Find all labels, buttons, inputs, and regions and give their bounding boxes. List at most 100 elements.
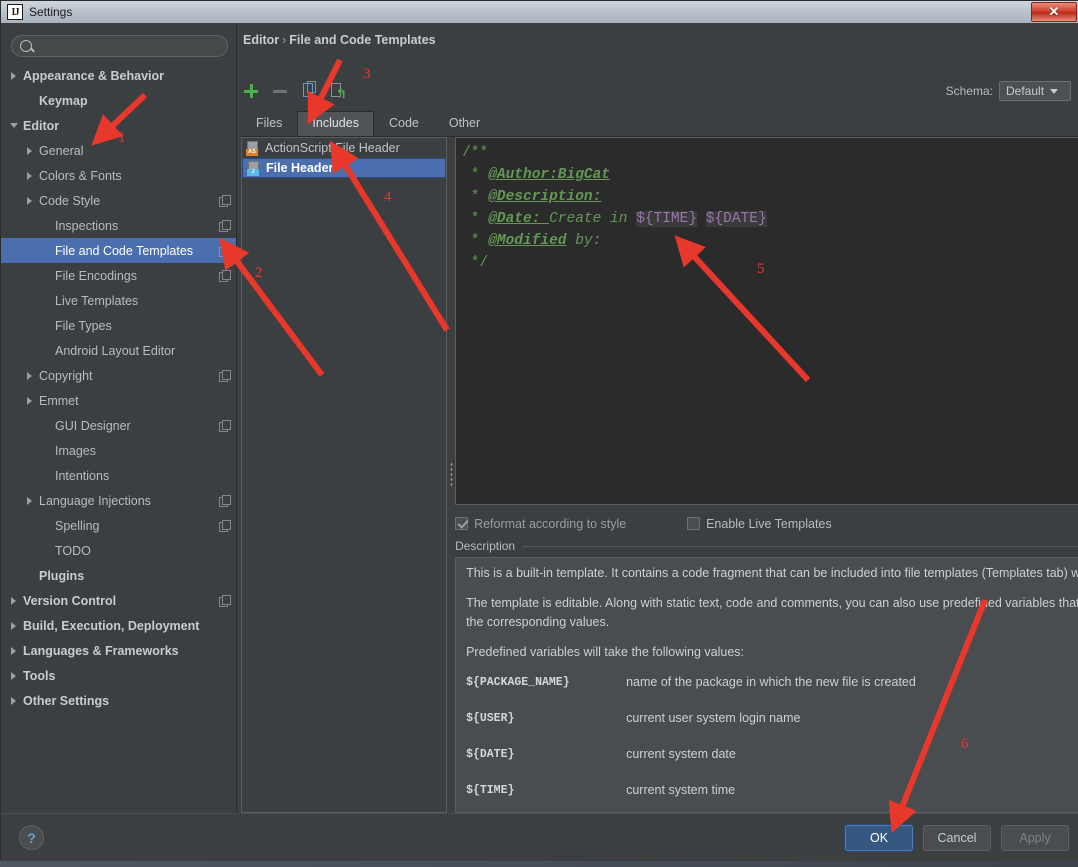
search-input[interactable]: [38, 38, 219, 54]
project-scope-icon: [219, 270, 231, 282]
sidebar-item-live-templates[interactable]: Live Templates: [1, 288, 236, 313]
sidebar-item-keymap[interactable]: Keymap: [1, 88, 236, 113]
tab-code[interactable]: Code: [373, 111, 434, 136]
tab-files[interactable]: Files: [241, 111, 298, 136]
sidebar-item-label: General: [39, 143, 84, 158]
breadcrumb-root[interactable]: Editor: [243, 33, 279, 47]
panel-splitter[interactable]: [447, 137, 456, 813]
sidebar-item-label: Tools: [23, 668, 56, 683]
remove-template-button[interactable]: [270, 81, 290, 101]
chevron-right-icon[interactable]: [9, 620, 20, 631]
sidebar-item-inspections[interactable]: Inspections: [1, 213, 236, 238]
sidebar-item-build-execution-deployment[interactable]: Build, Execution, Deployment: [1, 613, 236, 638]
schema-label: Schema:: [945, 84, 993, 98]
chevron-right-icon[interactable]: [9, 645, 20, 656]
sidebar-item-label: File Types: [55, 318, 112, 333]
sidebar-item-tools[interactable]: Tools: [1, 663, 236, 688]
chevron-right-icon[interactable]: [25, 195, 36, 206]
project-scope-icon: [219, 495, 231, 507]
sidebar-item-code-style[interactable]: Code Style: [1, 188, 236, 213]
schema-dropdown[interactable]: Default: [999, 81, 1071, 101]
copy-template-button[interactable]: [299, 81, 319, 101]
code-token: *: [462, 167, 489, 183]
settings-sidebar: Appearance & Behavior Keymap Editor General…: [1, 23, 237, 813]
reset-template-button[interactable]: ↰: [328, 81, 348, 101]
chevron-down-icon[interactable]: [9, 120, 20, 131]
sidebar-item-languages-frameworks[interactable]: Languages & Frameworks: [1, 638, 236, 663]
chevron-right-icon[interactable]: [25, 170, 36, 181]
sidebar-item-file-and-code-templates[interactable]: File and Code Templates: [1, 238, 236, 263]
description-paragraph: Predefined variables will take the follo…: [466, 645, 745, 660]
tab-includes[interactable]: Includes: [297, 111, 374, 136]
sidebar-item-label: Intentions: [55, 468, 110, 483]
cancel-button[interactable]: Cancel: [923, 825, 991, 851]
project-scope-icon: [219, 195, 231, 207]
sidebar-item-general[interactable]: General: [1, 138, 236, 163]
code-token: */: [462, 255, 489, 271]
sidebar-item-label: Inspections: [55, 218, 119, 233]
sidebar-item-file-encodings[interactable]: File Encodings: [1, 263, 236, 288]
sidebar-item-intentions[interactable]: Intentions: [1, 463, 236, 488]
help-button[interactable]: ?: [19, 825, 44, 850]
sidebar-item-other-settings[interactable]: Other Settings: [1, 688, 236, 713]
live-templates-label: Enable Live Templates: [706, 516, 832, 531]
live-templates-checkbox[interactable]: Enable Live Templates: [687, 517, 832, 531]
search-box[interactable]: [11, 35, 228, 57]
close-icon[interactable]: ✕: [1031, 2, 1077, 22]
sidebar-item-copyright[interactable]: Copyright: [1, 363, 236, 388]
sidebar-item-android-layout-editor[interactable]: Android Layout Editor: [1, 338, 236, 363]
chevron-right-icon[interactable]: [25, 395, 36, 406]
variable-meaning: current system time: [626, 783, 736, 798]
code-line: * @Modified by:: [462, 230, 1078, 252]
description-panel: This is a built-in template. It contains…: [455, 557, 1078, 813]
reformat-checkbox[interactable]: Reformat according to style: [455, 517, 687, 531]
variable-meaning: name of the package in which the new fil…: [626, 675, 916, 690]
settings-tree: Appearance & Behavior Keymap Editor General…: [1, 63, 236, 713]
code-token: *: [462, 189, 489, 205]
sidebar-item-colors-fonts[interactable]: Colors & Fonts: [1, 163, 236, 188]
sidebar-item-label: Copyright: [39, 368, 93, 383]
sidebar-item-label: Language Injections: [39, 493, 151, 508]
variable-name: ${DATE}: [466, 748, 515, 762]
chevron-right-icon[interactable]: [25, 495, 36, 506]
code-token: @Date:: [488, 211, 550, 227]
chevron-right-icon[interactable]: [9, 595, 20, 606]
template-tabs: Files Includes Code Other: [241, 111, 1078, 137]
template-code-editor[interactable]: /** * @Author:BigCat * @Description: * @…: [455, 137, 1078, 506]
template-options: Reformat according to style Enable Live …: [455, 505, 1078, 534]
chevron-right-icon[interactable]: [9, 670, 20, 681]
sidebar-item-language-injections[interactable]: Language Injections: [1, 488, 236, 513]
sidebar-item-emmet[interactable]: Emmet: [1, 388, 236, 413]
sidebar-item-plugins[interactable]: Plugins: [1, 563, 236, 588]
tab-other[interactable]: Other: [433, 111, 496, 136]
template-list[interactable]: AS ActionScript File Header J File Header: [241, 137, 448, 813]
chevron-right-icon[interactable]: [9, 695, 20, 706]
sidebar-item-version-control[interactable]: Version Control: [1, 588, 236, 613]
variable-row: ${PACKAGE_NAME} name of the package in wh…: [466, 673, 1078, 692]
sidebar-item-spelling[interactable]: Spelling: [1, 513, 236, 538]
settings-dialog: IJ Settings ✕ Appearance & Behavior Keyma…: [0, 0, 1078, 861]
breadcrumb-separator: ›: [282, 33, 287, 47]
sidebar-item-editor[interactable]: Editor: [1, 113, 236, 138]
chevron-right-icon[interactable]: [25, 145, 36, 156]
code-token: @Modified: [488, 233, 567, 249]
sidebar-item-todo[interactable]: TODO: [1, 538, 236, 563]
sidebar-item-appearance-behavior[interactable]: Appearance & Behavior: [1, 63, 236, 88]
sidebar-item-label: Build, Execution, Deployment: [23, 618, 200, 633]
ok-button[interactable]: OK: [845, 825, 913, 851]
list-item[interactable]: AS ActionScript File Header: [242, 138, 446, 158]
sidebar-item-file-types[interactable]: File Types: [1, 313, 236, 338]
add-template-button[interactable]: [241, 81, 261, 101]
sidebar-item-gui-designer[interactable]: GUI Designer: [1, 413, 236, 438]
list-item[interactable]: J File Header: [242, 158, 447, 178]
template-editor-area: AS ActionScript File Header J File Header /…: [241, 137, 1078, 813]
sidebar-item-images[interactable]: Images: [1, 438, 236, 463]
chevron-right-icon[interactable]: [9, 70, 20, 81]
chevron-right-icon[interactable]: [25, 370, 36, 381]
description-paragraph: This is a built-in template. It contains…: [466, 566, 1078, 581]
